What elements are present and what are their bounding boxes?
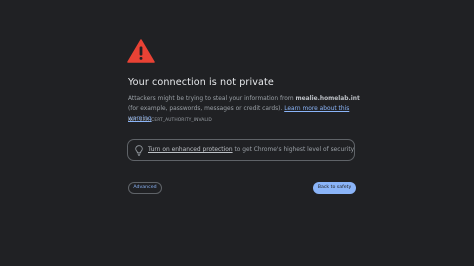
- enhanced-protection-text: Turn on enhanced protection to get Chrom…: [148, 147, 354, 153]
- description-prefix: Attackers might be trying to steal your …: [128, 96, 296, 102]
- enhanced-protection-link[interactable]: Turn on enhanced protection: [148, 147, 233, 153]
- advanced-button[interactable]: Advanced: [128, 182, 162, 194]
- lightbulb-icon: [135, 145, 143, 156]
- description-suffix: (for example, passwords, messages or cre…: [128, 106, 285, 112]
- error-code: NET::ERR_CERT_AUTHORITY_INVALID: [128, 118, 212, 123]
- warning-triangle-icon: [127, 39, 155, 63]
- interstitial-page: Your connection is not private Attackers…: [0, 0, 474, 266]
- enhanced-protection-banner: Turn on enhanced protection to get Chrom…: [127, 139, 355, 161]
- enhanced-protection-rest: to get Chrome's highest level of securit…: [232, 147, 355, 153]
- site-hostname: mealie.homelab.int: [295, 96, 360, 102]
- page-title: Your connection is not private: [128, 77, 274, 88]
- back-to-safety-button[interactable]: Back to safety: [313, 182, 356, 194]
